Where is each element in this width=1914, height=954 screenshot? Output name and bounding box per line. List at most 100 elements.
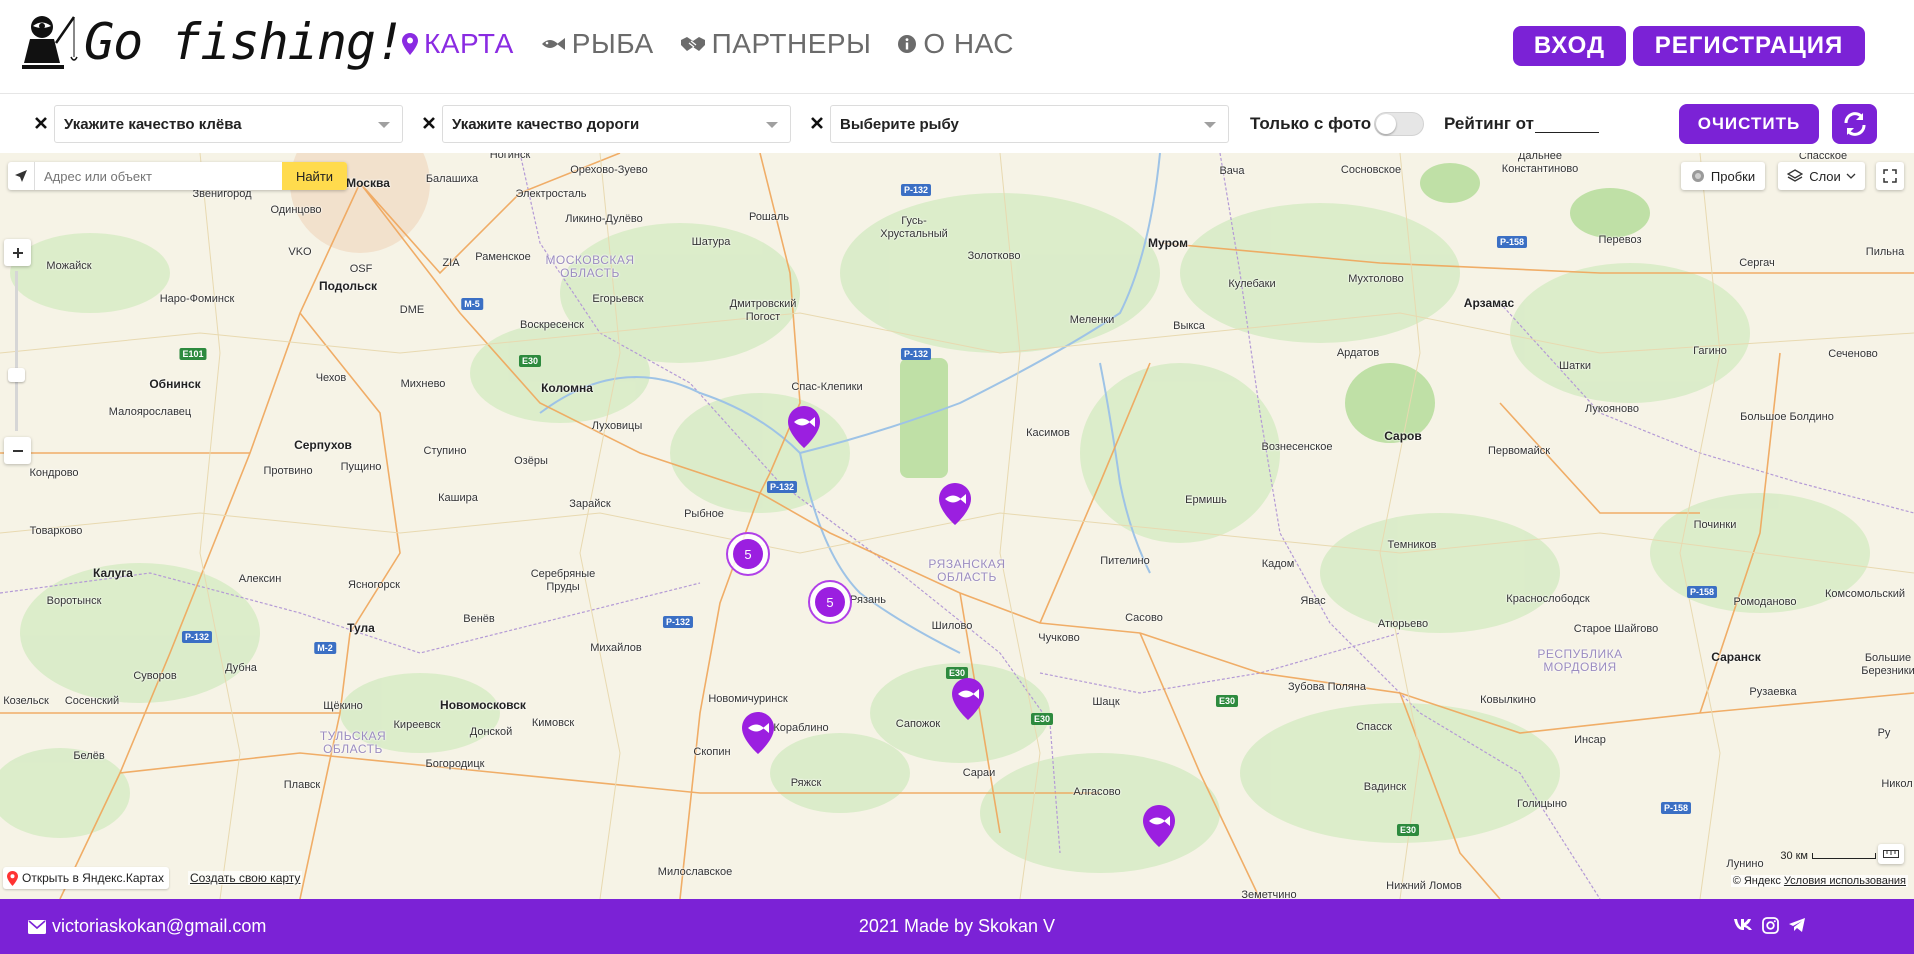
geolocation-button[interactable] xyxy=(8,162,35,190)
social-links xyxy=(1733,917,1806,934)
yandex-pin-icon xyxy=(7,870,18,886)
info-icon xyxy=(898,35,917,53)
fish-marker-pin[interactable] xyxy=(740,710,776,756)
clear-filters-button[interactable]: ОЧИСТИТЬ xyxy=(1679,104,1819,144)
map-scale: 30 км xyxy=(1780,850,1876,862)
road-badge-e30: E30 xyxy=(1030,713,1054,725)
scale-label: 30 км xyxy=(1780,850,1808,862)
road-quality-placeholder: Укажите качество дороги xyxy=(452,115,640,133)
map-search: Найти xyxy=(8,162,347,190)
layers-icon xyxy=(1787,169,1804,182)
login-button[interactable]: ВХОД xyxy=(1513,26,1626,66)
chevron-down-icon xyxy=(766,122,778,128)
road-badge-e30: E30 xyxy=(1396,824,1420,836)
fullscreen-button[interactable] xyxy=(1876,162,1904,190)
nav-item-label: ПАРТНЕРЫ xyxy=(711,28,872,59)
road-badge-p158: P-158 xyxy=(1496,236,1528,248)
fish-marker-pin[interactable] xyxy=(1141,803,1177,849)
plus-icon xyxy=(12,247,23,258)
only-photo-label: Только с фото xyxy=(1250,114,1372,133)
rating-label: Рейтинг от xyxy=(1444,114,1534,133)
traffic-label: Пробки xyxy=(1710,168,1756,184)
road-badge-p132: P-132 xyxy=(900,184,932,196)
map-copyright: © Яндекс Условия использования xyxy=(1730,875,1908,887)
vk-icon[interactable] xyxy=(1733,917,1753,931)
location-arrow-icon xyxy=(15,170,27,182)
road-badge-p158: P-158 xyxy=(1686,586,1718,598)
logo[interactable]: Go fishing! xyxy=(20,10,405,74)
fish-select[interactable]: Выберите рыбу xyxy=(830,105,1229,143)
traffic-icon xyxy=(1691,170,1704,182)
map-search-input[interactable] xyxy=(35,162,282,190)
expand-icon xyxy=(1883,169,1897,183)
site-header: Go fishing! КАРТА РЫБА ПАРТНЕРЫ О НАС ВХ… xyxy=(0,0,1914,94)
cluster-count: 5 xyxy=(815,587,845,617)
open-in-yandex-label: Открыть в Яндекс.Картах xyxy=(22,871,164,885)
refresh-button[interactable] xyxy=(1832,104,1877,144)
zoom-out-button[interactable] xyxy=(4,437,31,464)
telegram-icon[interactable] xyxy=(1788,917,1806,933)
auth-actions: ВХОД РЕГИСТРАЦИЯ xyxy=(1513,26,1865,66)
ruler-icon xyxy=(1883,850,1899,858)
register-button[interactable]: РЕГИСТРАЦИЯ xyxy=(1633,26,1865,66)
marker-cluster[interactable]: 5 xyxy=(808,580,852,624)
ruler-button[interactable] xyxy=(1878,844,1904,864)
nav-item-fish[interactable]: РЫБА xyxy=(540,28,654,60)
zoom-in-button[interactable] xyxy=(4,239,31,266)
fish-marker-pin[interactable] xyxy=(786,404,822,450)
yandex-map[interactable]: Ногинск Орехово-Зуево Москва Балашиха Зв… xyxy=(0,153,1914,899)
fish-icon xyxy=(541,38,565,50)
fish-marker-pin[interactable] xyxy=(937,481,973,527)
fish-marker-pin[interactable] xyxy=(950,676,986,722)
main-nav: КАРТА РЫБА ПАРТНЕРЫ О НАС xyxy=(402,28,1014,60)
zoom-slider-handle[interactable] xyxy=(8,368,25,382)
fisherman-logo-icon xyxy=(22,16,78,69)
minus-icon xyxy=(12,449,23,452)
road-badge-e30: E30 xyxy=(518,355,542,367)
traffic-button[interactable]: Пробки xyxy=(1681,162,1765,190)
cluster-count: 5 xyxy=(733,539,763,569)
handshake-icon xyxy=(680,37,705,51)
chevron-down-icon xyxy=(1204,122,1216,128)
road-badge-p132: P-132 xyxy=(900,348,932,360)
clear-bite-filter-icon[interactable] xyxy=(33,115,49,131)
road-badge-p132: P-132 xyxy=(181,631,213,643)
filter-bar: Укажите качество клёва Укажите качество … xyxy=(0,95,1914,153)
bite-quality-select[interactable]: Укажите качество клёва xyxy=(54,105,403,143)
nav-item-label: КАРТА xyxy=(424,28,514,59)
site-footer: victoriaskokan@gmail.com 2021 Made by Sk… xyxy=(0,899,1914,954)
nav-item-partners[interactable]: ПАРТНЕРЫ xyxy=(680,28,872,60)
refresh-icon xyxy=(1844,112,1865,136)
rating-input[interactable] xyxy=(1535,111,1599,133)
layers-label: Слои xyxy=(1809,168,1841,184)
toggle-knob xyxy=(1376,114,1396,134)
bite-quality-placeholder: Укажите качество клёва xyxy=(64,115,242,133)
zoom-slider-track[interactable] xyxy=(15,271,18,431)
chevron-down-icon xyxy=(378,122,390,128)
layers-button[interactable]: Слои xyxy=(1778,162,1865,190)
nav-item-map[interactable]: КАРТА xyxy=(402,28,514,60)
only-photo-toggle[interactable] xyxy=(1374,112,1424,136)
clear-fish-filter-icon[interactable] xyxy=(809,115,825,131)
marker-cluster[interactable]: 5 xyxy=(726,532,770,576)
map-marker-icon xyxy=(402,33,418,55)
open-in-yandex-button[interactable]: Открыть в Яндекс.Картах xyxy=(3,867,169,889)
road-badge-p132: P-132 xyxy=(766,481,798,493)
create-map-link[interactable]: Создать свою карту xyxy=(188,871,303,885)
map-find-button[interactable]: Найти xyxy=(282,162,347,190)
made-by-text: 2021 Made by Skokan V xyxy=(858,916,1056,936)
road-quality-select[interactable]: Укажите качество дороги xyxy=(442,105,791,143)
chevron-down-icon xyxy=(1846,173,1856,179)
instagram-icon[interactable] xyxy=(1762,917,1779,934)
nav-item-label: РЫБА xyxy=(571,28,654,59)
nav-item-about[interactable]: О НАС xyxy=(897,28,1014,60)
clear-road-filter-icon[interactable] xyxy=(421,115,437,131)
fish-placeholder: Выберите рыбу xyxy=(840,115,959,133)
road-badge-e101: E101 xyxy=(179,348,207,360)
road-badge-p158: P-158 xyxy=(1660,802,1692,814)
nav-item-label: О НАС xyxy=(923,28,1014,59)
terms-link[interactable]: Условия использования xyxy=(1784,875,1906,887)
road-badge-e30: E30 xyxy=(1215,695,1239,707)
copyright-text: © Яндекс xyxy=(1732,875,1781,887)
road-badge-p132: P-132 xyxy=(662,616,694,628)
